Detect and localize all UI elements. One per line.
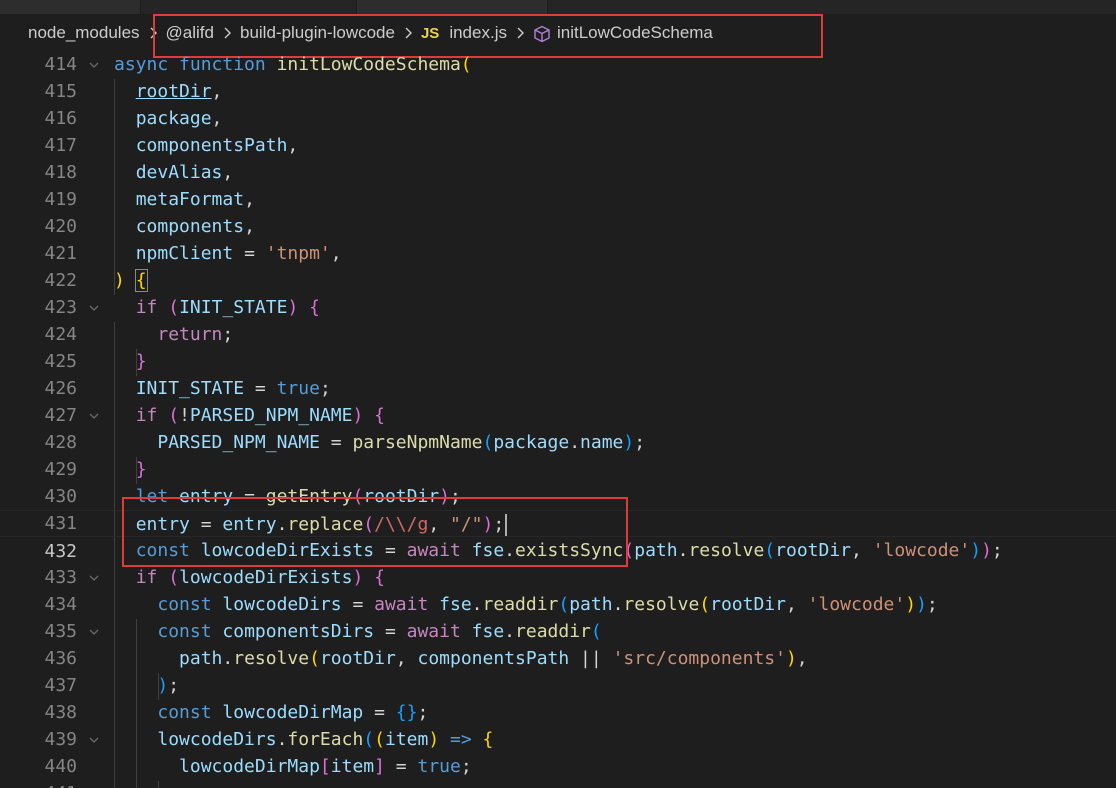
code-line: 431 let entry = getEntry(rootDir); [0,483,1116,534]
code-text: package, [135,108,223,129]
code-line: 441 lowcodeDirMap[item] = true; [0,753,1116,788]
code-text: metaFormat, [135,189,255,210]
code-line: 427 INIT_STATE = true; [0,375,1116,426]
code-line: 428 if (!PARSED_NPM_NAME) { [0,402,1116,453]
code-text: components, [135,216,255,237]
code-line: 433 const lowcodeDirExists = await fse.e… [0,537,1116,588]
code-text: INIT_STATE = true; [135,378,331,399]
editor-tab[interactable] [357,0,548,14]
code-line: 439 const lowcodeDirMap = {}; [0,699,1116,750]
code-text: rootDir, [135,81,223,102]
code-line: 420 metaFormat, [0,186,1116,237]
code-text: const lowcodeDirExists = await fse.exist… [135,540,1003,561]
code-text: let entry = getEntry(rootDir); [135,486,461,507]
code-line: 414 [0,38,1116,75]
fold-chevron-icon[interactable] [89,411,99,421]
fold-chevron-icon[interactable] [89,60,99,70]
code-text: npmClient = 'tnpm', [135,243,342,264]
fold-chevron-icon[interactable] [89,303,99,313]
code-line: 438 ); [0,672,1116,723]
code-line: 424 if (INIT_STATE) { [0,294,1116,345]
code-text: const lowcodeDirMap = {}; [157,702,429,723]
code-text: path.resolve(rootDir, componentsPath || … [179,648,808,669]
code-line-current: 432 entry = entry.replace(/\\/g, "/"); [0,510,1116,562]
code-line: 419 devAlias, [0,159,1116,210]
code-line: 437 path.resolve(rootDir, componentsPath… [0,645,1116,696]
code-line: 436 const componentsDirs = await fse.rea… [0,618,1116,669]
code-text: lowcodeDirs.forEach((item) => { [157,729,494,750]
code-editor[interactable]: 414 415 async function initLowCodeSchema… [0,38,1116,788]
vertical-scrollbar[interactable] [1102,52,1116,788]
code-line: 435 const lowcodeDirs = await fse.readdi… [0,591,1116,642]
code-text: async function initLowCodeSchema( [114,54,472,75]
code-line: 415 async function initLowCodeSchema( [0,51,1116,102]
code-text: PARSED_NPM_NAME = parseNpmName(package.n… [157,432,646,453]
fold-chevron-icon[interactable] [89,573,99,583]
code-text: ); [157,675,180,696]
code-text: ) { [114,269,148,292]
code-text: lowcodeDirMap[item] = true; [179,756,472,777]
editor-tab[interactable] [0,0,141,14]
code-line: 434 if (lowcodeDirExists) { [0,564,1116,615]
code-line: 422 npmClient = 'tnpm', [0,240,1116,291]
code-text: if (lowcodeDirExists) { [135,567,385,588]
code-line: 423 ) { [0,267,1116,318]
code-text: if (!PARSED_NPM_NAME) { [135,405,385,426]
code-text: } [135,459,147,480]
tab-strip [0,0,1116,14]
code-line: 430 } [0,456,1116,507]
fold-chevron-icon[interactable] [89,735,99,745]
code-text: devAlias, [135,162,234,183]
code-line: 440 lowcodeDirs.forEach((item) => { [0,726,1116,777]
code-line: 417 package, [0,105,1116,156]
code-line: 425 return; [0,321,1116,372]
code-text: return; [157,324,234,345]
code-line: 416 rootDir, [0,78,1116,129]
code-text: const componentsDirs = await fse.readdir… [157,621,602,642]
code-text: if (INIT_STATE) { [135,297,320,318]
text-cursor [505,514,508,536]
code-line: 426 } [0,348,1116,399]
line-number: 441 [0,780,77,788]
code-text: componentsPath, [135,135,299,156]
code-text: const lowcodeDirs = await fse.readdir(pa… [157,594,938,615]
code-line: 429 PARSED_NPM_NAME = parseNpmName(packa… [0,429,1116,480]
code-text: } [135,351,147,372]
editor-tab[interactable] [141,0,357,14]
code-line: 418 componentsPath, [0,132,1116,183]
code-text: entry = entry.replace(/\\/g, "/"); [114,511,508,538]
fold-chevron-icon[interactable] [89,627,99,637]
indent-guide [158,781,159,788]
code-line: 421 components, [0,213,1116,264]
